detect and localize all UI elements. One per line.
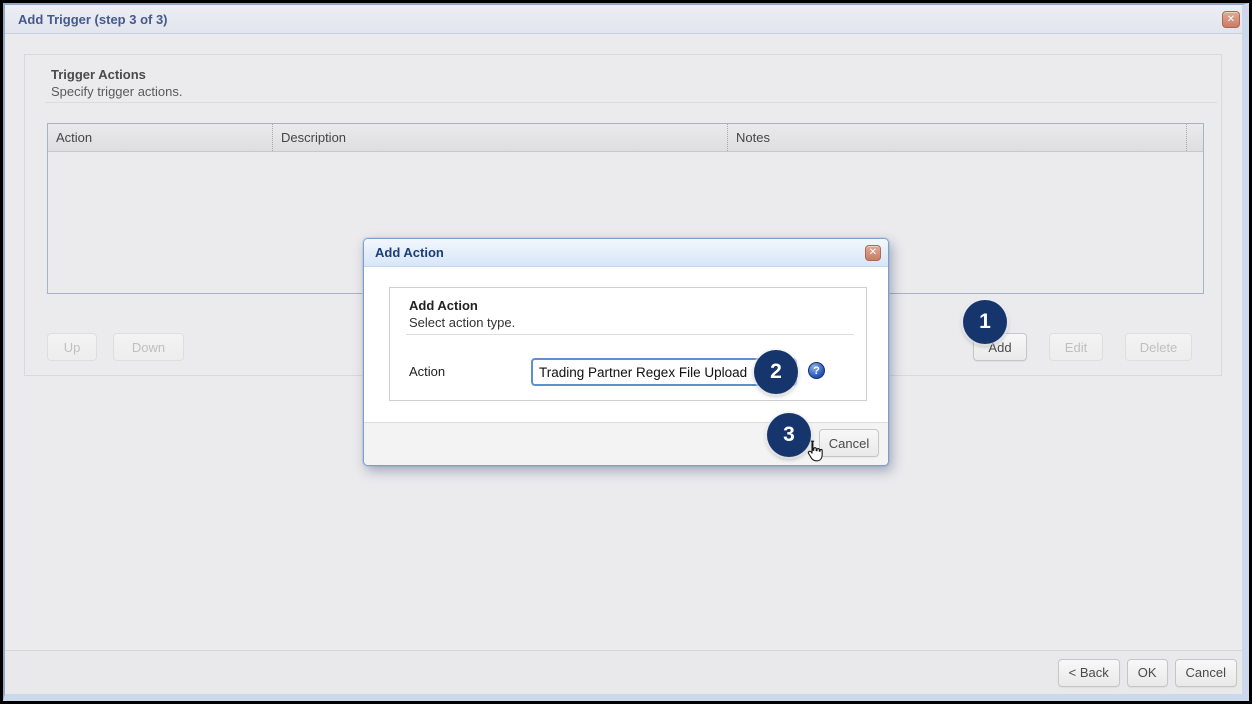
window-close-icon[interactable]: ✕ (1222, 11, 1240, 28)
up-button[interactable]: Up (47, 333, 97, 361)
window-footer: < Back OK Cancel (5, 650, 1242, 694)
back-button[interactable]: < Back (1058, 659, 1120, 687)
panel-subheading: Specify trigger actions. (51, 84, 183, 99)
form-heading: Add Action (409, 298, 478, 313)
panel-divider (45, 102, 1217, 103)
panel-heading: Trigger Actions (51, 67, 146, 82)
column-header-description[interactable]: Description (273, 124, 728, 151)
actions-table-header: Action Description Notes (48, 124, 1203, 152)
ok-button[interactable]: OK (1127, 659, 1168, 687)
down-button[interactable]: Down (113, 333, 184, 361)
dialog-body: Add Action Select action type. Action Tr… (364, 267, 888, 423)
add-trigger-window: Add Trigger (step 3 of 3) ✕ Trigger Acti… (3, 3, 1249, 701)
window-titlebar: Add Trigger (step 3 of 3) (5, 5, 1242, 34)
hand-cursor-icon (803, 439, 824, 464)
dialog-title: Add Action (375, 245, 444, 260)
delete-button[interactable]: Delete (1125, 333, 1192, 361)
window-cancel-button[interactable]: Cancel (1175, 659, 1237, 687)
form-divider (406, 334, 854, 335)
column-header-notes[interactable]: Notes (728, 124, 1187, 151)
window-title: Add Trigger (step 3 of 3) (18, 12, 168, 27)
form-subheading: Select action type. (409, 315, 515, 330)
dialog-close-icon[interactable]: ✕ (865, 245, 881, 261)
column-header-spacer (1187, 124, 1203, 151)
action-field-label: Action (409, 358, 445, 386)
edit-button[interactable]: Edit (1049, 333, 1103, 361)
annotation-badge-2: 2 (754, 350, 798, 394)
annotation-badge-1: 1 (963, 300, 1007, 344)
add-action-form: Add Action Select action type. Action Tr… (389, 287, 867, 401)
dialog-cancel-button[interactable]: Cancel (819, 429, 879, 457)
dialog-titlebar: Add Action (364, 239, 888, 267)
help-icon[interactable]: ? (808, 362, 825, 379)
column-header-action[interactable]: Action (48, 124, 273, 151)
